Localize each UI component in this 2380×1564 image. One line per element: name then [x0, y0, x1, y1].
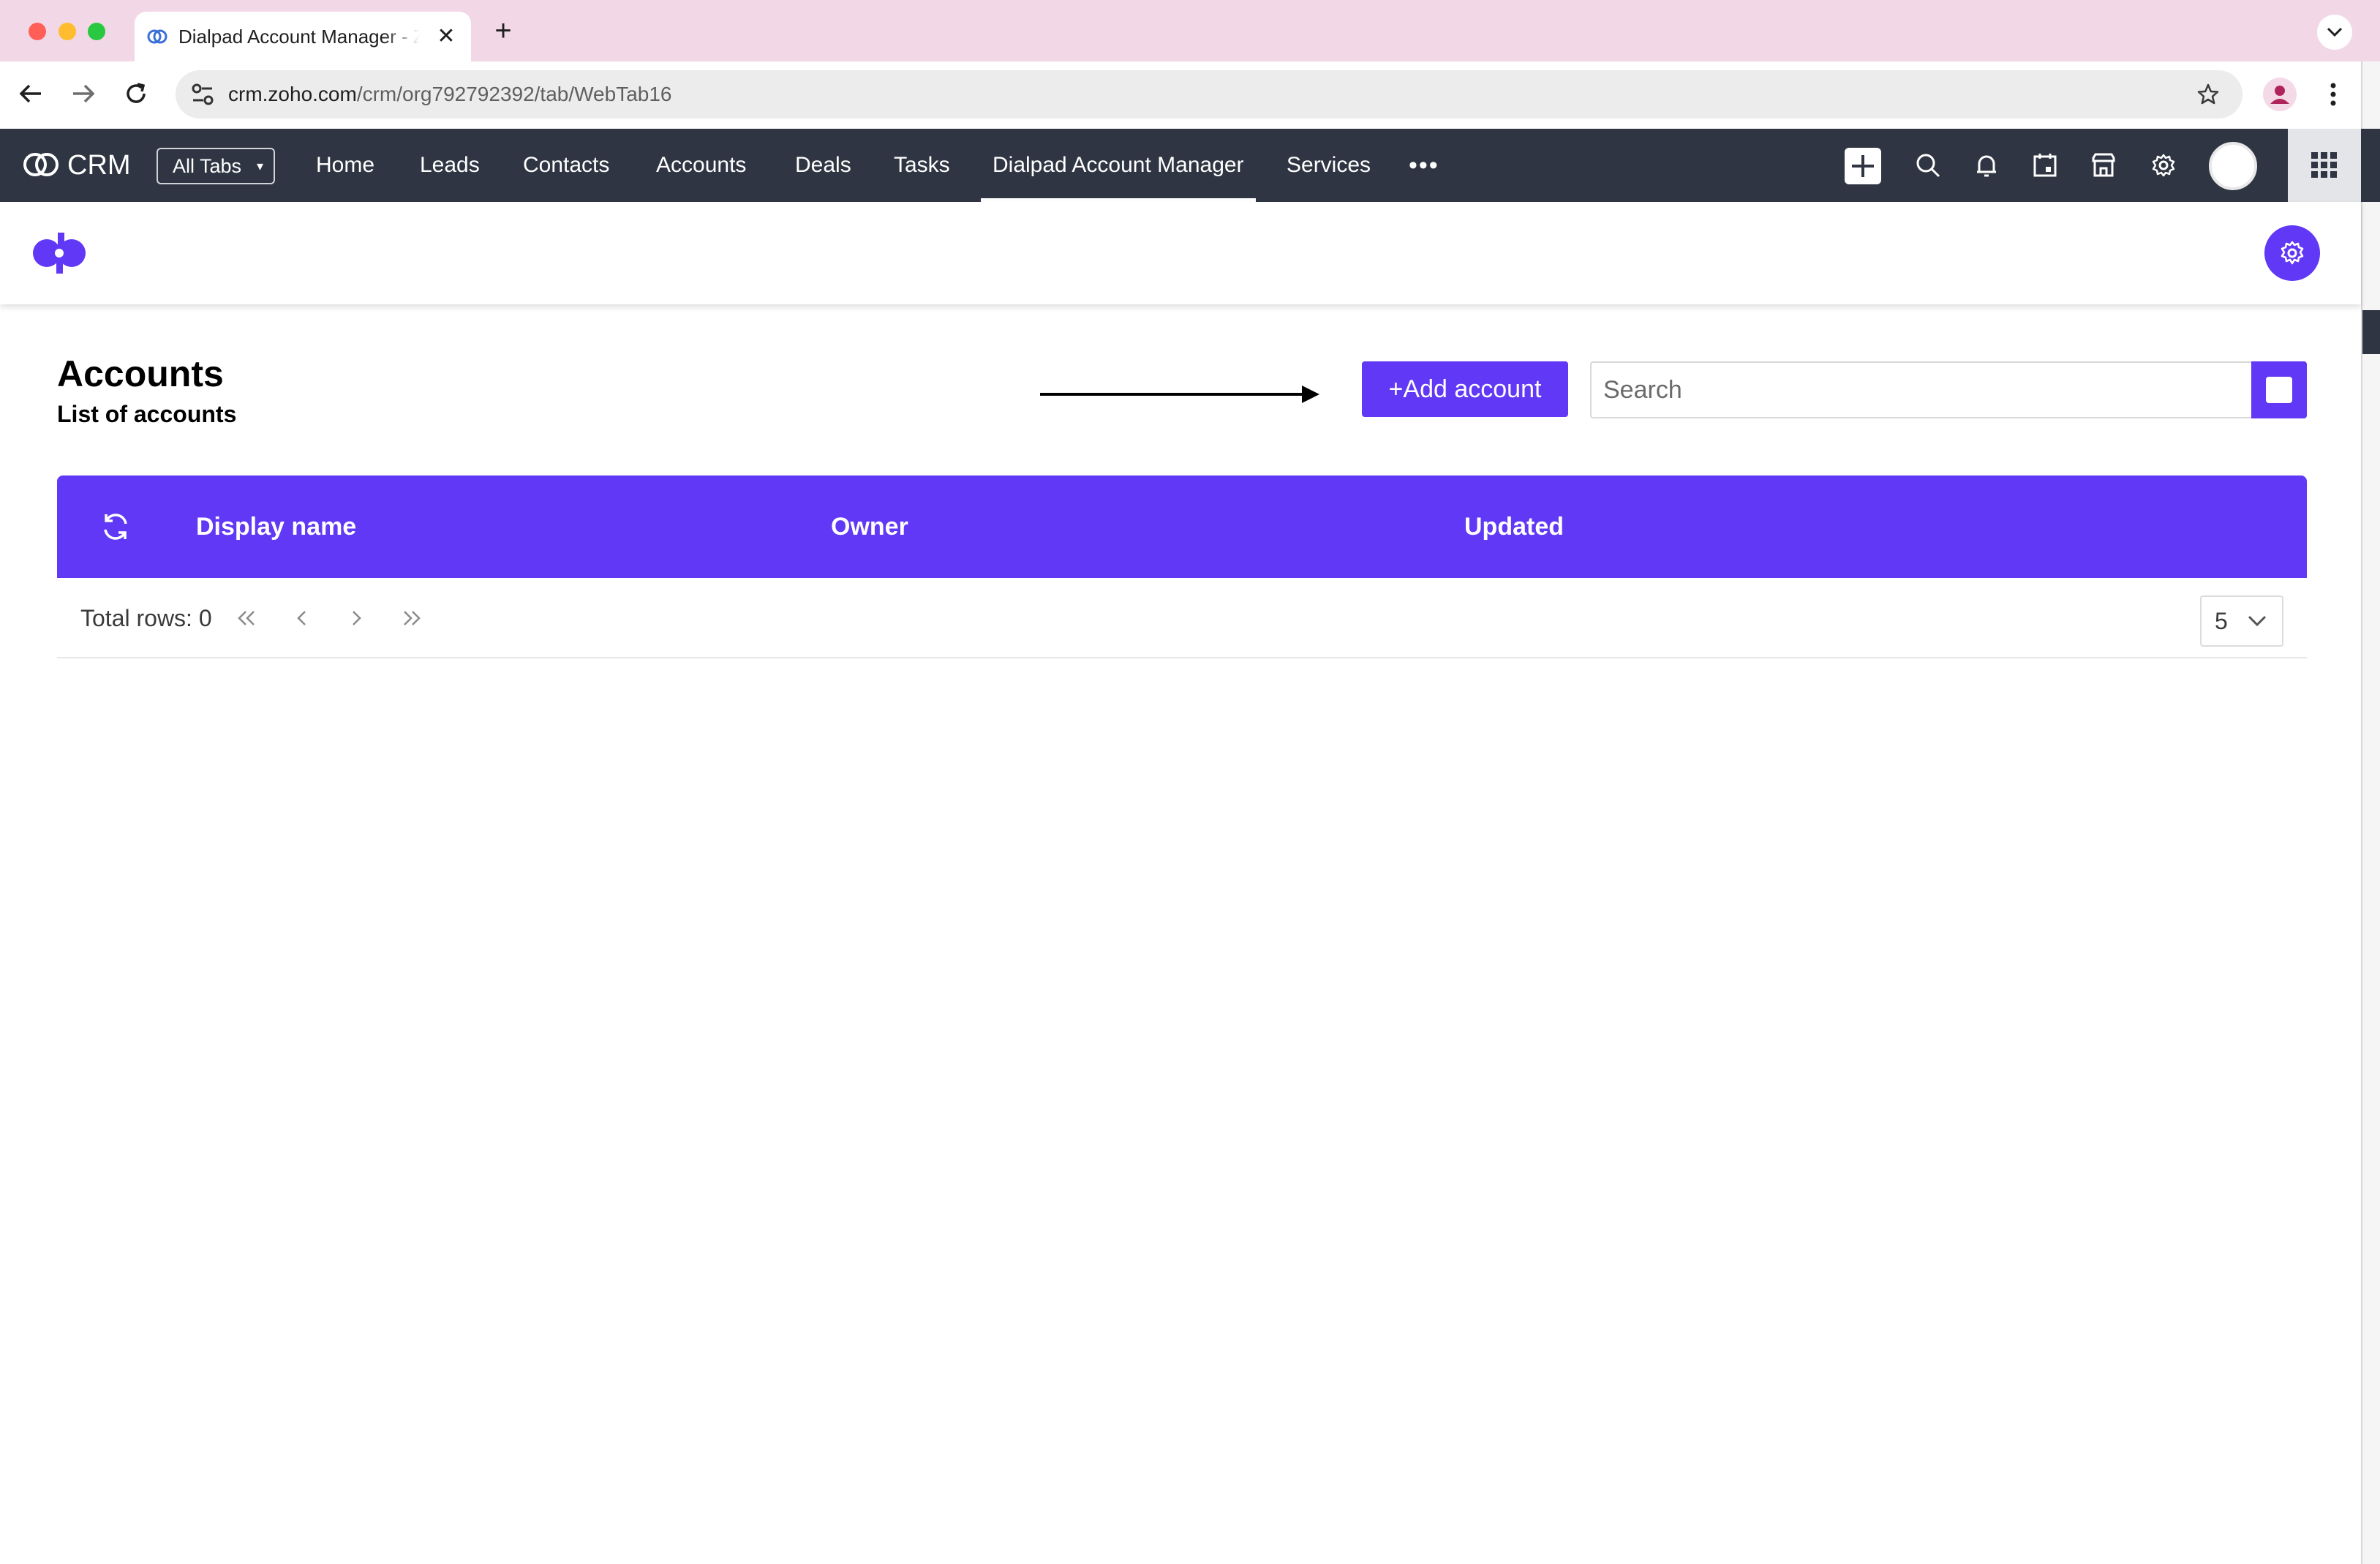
total-rows-label: Total rows: 0 [80, 605, 212, 631]
quick-create-button[interactable] [1845, 148, 1881, 184]
chevron-down-icon [2248, 615, 2267, 627]
window-minimize-button[interactable] [59, 23, 76, 40]
page-size-select[interactable]: 5 [2200, 595, 2283, 647]
window-zoom-button[interactable] [88, 23, 105, 40]
marketplace-icon[interactable] [2087, 149, 2120, 181]
apps-grid-button[interactable] [2288, 129, 2361, 202]
checkbox-square-icon [2266, 377, 2292, 403]
bell-icon[interactable] [1970, 149, 2003, 181]
site-info-icon[interactable] [187, 79, 218, 110]
browser-profile-icon[interactable] [2263, 78, 2297, 111]
browser-tab-strip: Dialpad Account Manager - Zoho CRM ✕ + [0, 0, 2380, 61]
search-icon[interactable] [1912, 149, 1944, 181]
search-input[interactable] [1590, 361, 2253, 418]
apps-grid-icon [2311, 152, 2337, 178]
caret-down-icon: ▾ [256, 159, 263, 173]
nav-contacts[interactable]: Contacts [523, 129, 609, 202]
more-tabs-icon[interactable]: ••• [1409, 129, 1439, 202]
back-arrow-icon[interactable] [13, 76, 48, 111]
add-account-button[interactable]: +Add account [1362, 361, 1568, 417]
adjacent-window-bar [2362, 310, 2380, 354]
refresh-icon[interactable] [98, 509, 133, 544]
tab-title: Dialpad Account Manager - Zoho CRM [178, 26, 420, 48]
previous-page-icon[interactable] [284, 600, 320, 636]
crm-app-name[interactable]: CRM [67, 129, 131, 202]
nav-home[interactable]: Home [316, 129, 374, 202]
last-page-icon[interactable] [393, 600, 430, 636]
url-host: crm.zoho.com [228, 83, 357, 105]
nav-tasks[interactable]: Tasks [894, 129, 950, 202]
page-size-value: 5 [2215, 608, 2228, 634]
column-header-updated[interactable]: Updated [1464, 475, 1564, 578]
all-tabs-label: All Tabs [173, 155, 242, 177]
first-page-icon[interactable] [228, 600, 265, 636]
user-avatar[interactable] [2209, 142, 2257, 190]
dialpad-logo-icon[interactable] [32, 233, 88, 275]
address-bar[interactable]: crm.zoho.com/crm/org792792392/tab/WebTab… [176, 70, 2242, 119]
zoho-crm-logo-icon[interactable] [20, 148, 61, 181]
app-header [0, 202, 2361, 304]
app-settings-button[interactable] [2264, 225, 2320, 281]
browser-toolbar: crm.zoho.com/crm/org792792392/tab/WebTab… [0, 61, 2380, 129]
reload-icon[interactable] [118, 76, 154, 111]
nav-dialpad-account-manager[interactable]: Dialpad Account Manager [981, 129, 1256, 202]
nav-deals[interactable]: Deals [795, 129, 851, 202]
search-checkbox-toggle[interactable] [2251, 361, 2307, 418]
column-header-display-name[interactable]: Display name [196, 475, 356, 578]
settings-icon [2281, 241, 2304, 265]
nav-services[interactable]: Services [1287, 129, 1371, 202]
table-header: Display name Owner Updated [57, 475, 2307, 578]
browser-menu-icon[interactable] [2319, 76, 2348, 113]
window-close-button[interactable] [29, 23, 46, 40]
annotation-arrow-icon [1040, 386, 1319, 403]
page-subtitle: List of accounts [57, 401, 237, 427]
calendar-icon[interactable] [2029, 149, 2061, 181]
adjacent-window-sliver [2361, 61, 2380, 1564]
bookmark-star-icon[interactable] [2191, 78, 2225, 111]
browser-tab-active[interactable]: Dialpad Account Manager - Zoho CRM ✕ [135, 12, 471, 61]
url-text[interactable]: crm.zoho.com/crm/org792792392/tab/WebTab… [228, 70, 672, 119]
nav-leads[interactable]: Leads [420, 129, 480, 202]
nav-accounts[interactable]: Accounts [656, 129, 746, 202]
table-pagination: Total rows: 0 5 [57, 578, 2307, 658]
page-title: Accounts [57, 353, 224, 394]
tab-close-icon[interactable]: ✕ [433, 23, 459, 50]
new-tab-button[interactable]: + [487, 15, 519, 47]
all-tabs-dropdown[interactable]: All Tabs ▾ [157, 148, 275, 184]
next-page-icon[interactable] [338, 600, 374, 636]
forward-arrow-icon[interactable] [66, 76, 101, 111]
column-header-owner[interactable]: Owner [831, 475, 908, 578]
url-path: /crm/org792792392/tab/WebTab16 [356, 83, 672, 105]
gear-icon[interactable] [2147, 149, 2180, 181]
crm-top-nav: CRM All Tabs ▾ Home Leads Contacts Accou… [0, 129, 2380, 202]
zoho-crm-favicon-icon [147, 29, 167, 44]
tab-search-chevron-icon[interactable] [2317, 15, 2352, 50]
